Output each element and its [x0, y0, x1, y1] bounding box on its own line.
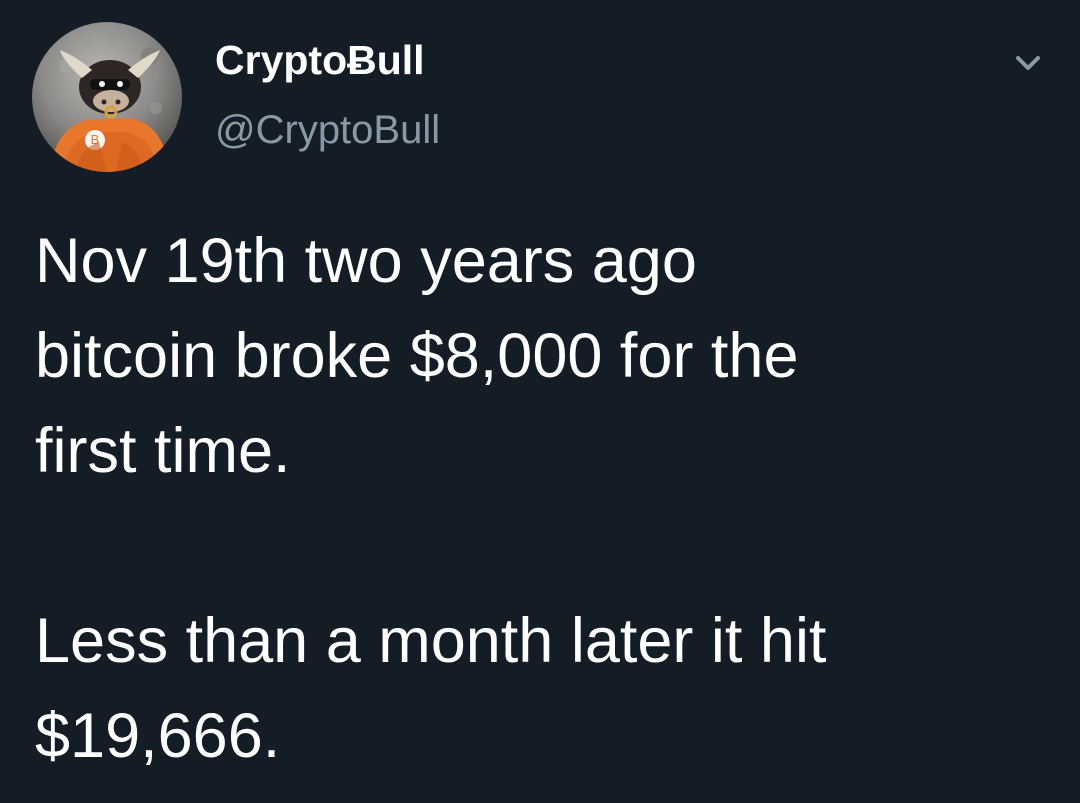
author-display-name[interactable]: CryptoɃull [215, 40, 425, 81]
avatar-image: B [50, 47, 170, 172]
tweet-card: B CryptoɃull @CryptoBull Nov 19th two ye… [0, 0, 1080, 803]
bull-mascot-avatar-icon[interactable]: B [32, 22, 182, 172]
chevron-down-icon[interactable] [1008, 47, 1048, 81]
tweet-text: Nov 19th two years ago bitcoin broke $8,… [35, 226, 827, 771]
chevron-down-shape [1016, 56, 1040, 70]
author-handle[interactable]: @CryptoBull [215, 110, 440, 150]
